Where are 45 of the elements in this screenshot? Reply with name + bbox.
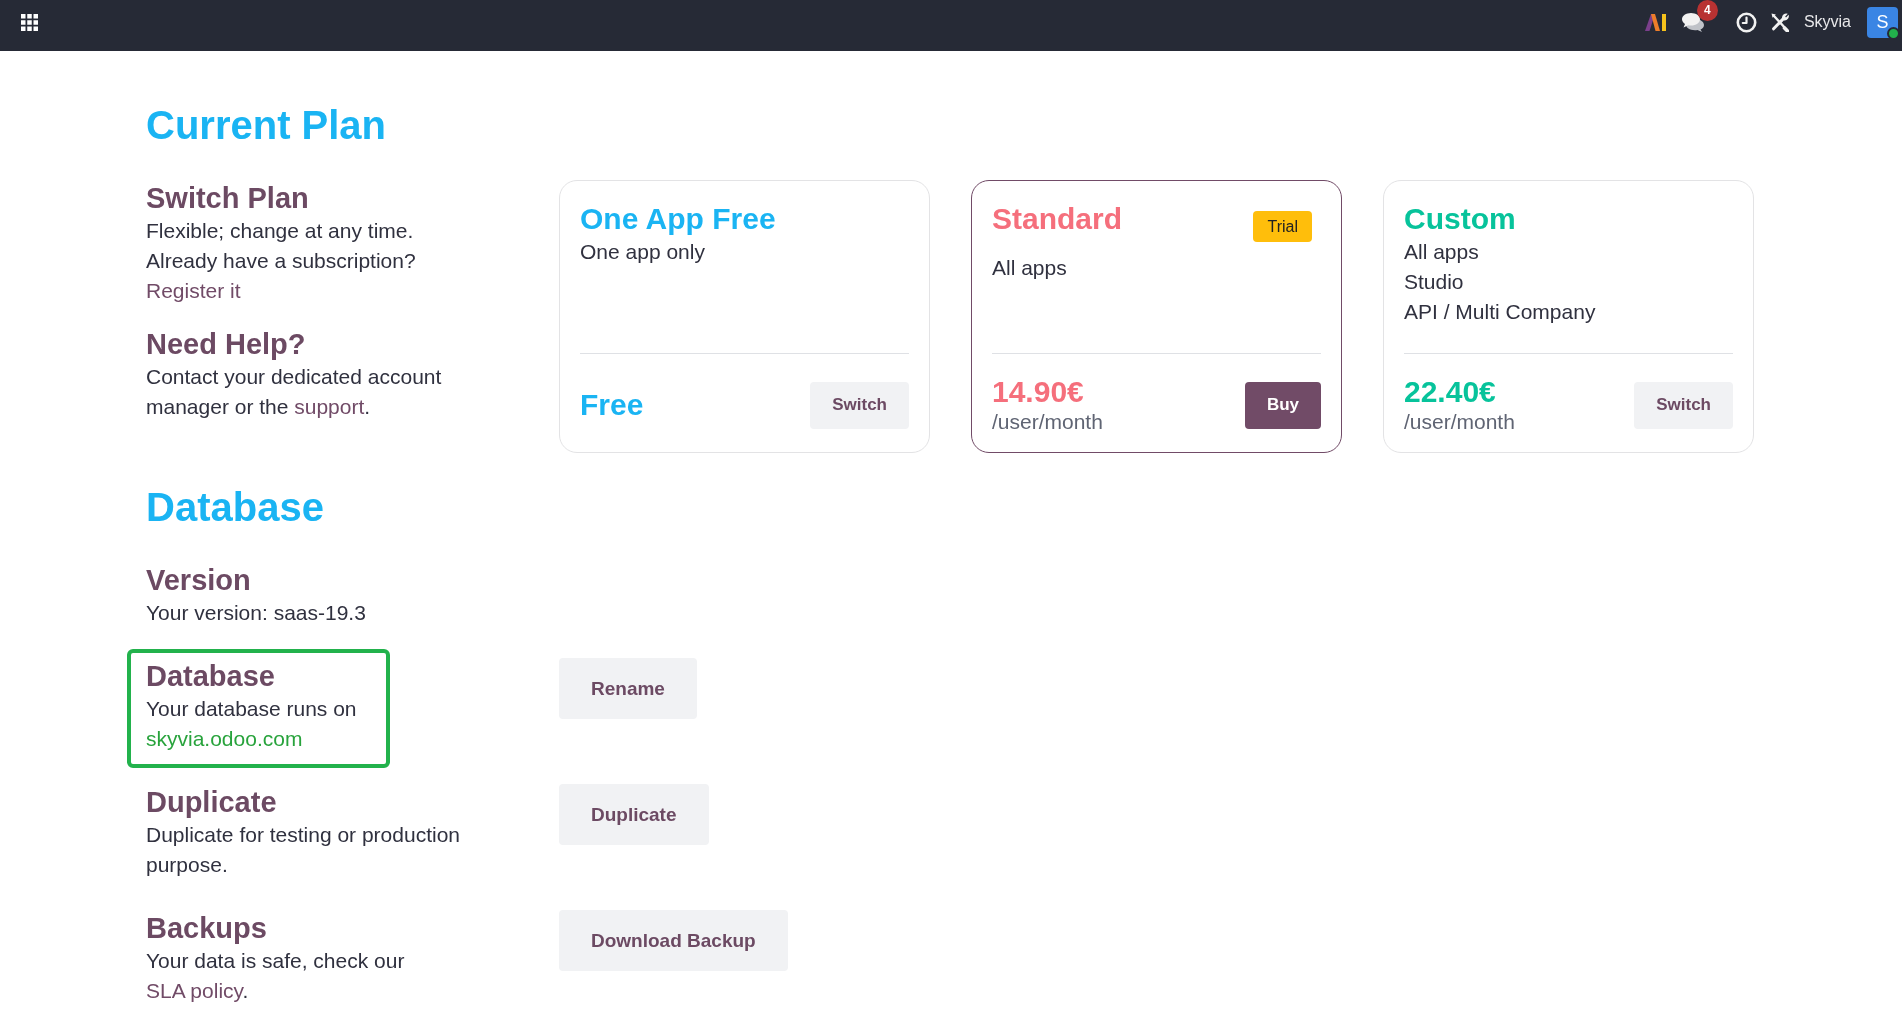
plan-name: Custom [1404, 201, 1516, 237]
plan-price: Free [580, 388, 644, 422]
section-title: Database [146, 484, 325, 531]
description-text: Your version: saas-19.3 [146, 600, 367, 626]
plan-price: 14.90€ [992, 375, 1085, 409]
description-text: Duplicate for testing or production purpose. [146, 822, 461, 878]
text-link[interactable]: support [294, 395, 365, 418]
description-text: Your data is safe, check our SLA policy. [146, 948, 406, 1004]
plan-feature: All apps [1404, 239, 1480, 265]
price-period: /user/month [992, 409, 1103, 435]
tools-icon[interactable] [1770, 12, 1789, 32]
company-name[interactable]: Skyvia [1803, 13, 1851, 31]
ai-icon[interactable] [1644, 13, 1666, 31]
message-count-badge: 4 [1696, 0, 1718, 21]
subsection-heading: Need Help? [146, 327, 307, 362]
description-text: Contact your dedicated account manager or the support. [146, 364, 443, 420]
plan-action-button[interactable]: Switch [810, 381, 909, 429]
subsection-heading: Switch Plan [146, 181, 310, 216]
description-text: Your database runs on skyvia.odoo.com [146, 696, 358, 752]
chat-icon[interactable] [1681, 12, 1704, 32]
apps-menu-icon[interactable] [21, 13, 38, 31]
section-action-button[interactable]: Rename [559, 658, 697, 719]
plan-action-button[interactable]: Buy [1244, 381, 1321, 429]
plan-feature: One app only [580, 239, 706, 265]
subsection-heading: Database [146, 659, 276, 694]
plan-price: 22.40€ [1404, 375, 1497, 409]
plan-feature: All apps [992, 255, 1068, 281]
plan-name: Standard [992, 201, 1123, 237]
trial-badge: Trial [1253, 211, 1312, 242]
plan-action-button[interactable]: Switch [1634, 381, 1733, 429]
section-action-button[interactable]: Duplicate [559, 784, 709, 845]
price-period: /user/month [1404, 409, 1515, 435]
section-title: Current Plan [146, 102, 388, 149]
subsection-heading: Version [146, 563, 252, 598]
section-action-button[interactable]: Download Backup [559, 910, 788, 971]
plan-name: One App Free [580, 201, 776, 237]
description-text: Flexible; change at any time. [146, 218, 415, 244]
text-link[interactable]: SLA policy [146, 979, 243, 1002]
text-link[interactable]: Register it [146, 279, 241, 302]
subsection-heading: Duplicate [146, 785, 278, 820]
description-text: Already have a subscription? Register it [146, 248, 417, 304]
plan-feature: API / Multi Company [1404, 299, 1597, 325]
clock-icon[interactable] [1735, 11, 1757, 33]
subsection-heading: Backups [146, 911, 268, 946]
plan-feature: Studio [1404, 269, 1465, 295]
